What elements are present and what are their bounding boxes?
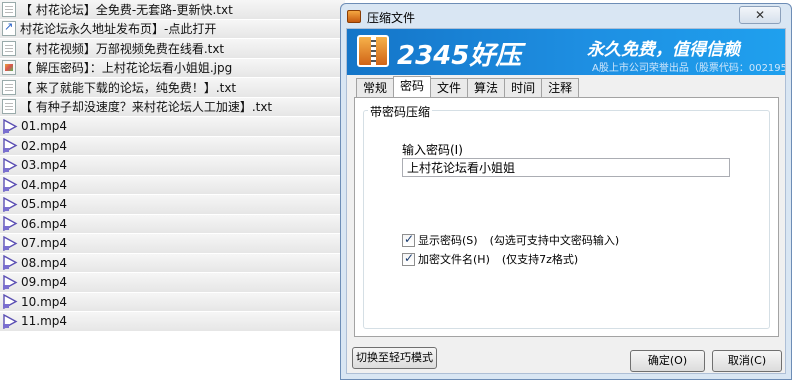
banner-slogan: 永久免费，值得信赖 [587, 40, 740, 60]
show-password-checkbox[interactable] [402, 232, 415, 247]
archive-app-icon [347, 10, 361, 23]
file-list-item[interactable]: 05.mp4 [0, 195, 345, 215]
cancel-button[interactable]: 取消(C) [712, 350, 782, 372]
dialog-titlebar[interactable]: 压缩文件 ✕ [341, 4, 791, 28]
text-file-icon [2, 99, 16, 115]
banner-brand: 2345好压 [397, 41, 522, 71]
video-file-icon [2, 177, 18, 193]
file-name: 【 村花论坛】全免费-无套路-更新快.txt [20, 2, 233, 17]
encrypt-names-checkbox[interactable] [402, 251, 415, 266]
password-input[interactable] [402, 158, 730, 177]
tab-files[interactable]: 文件 [430, 78, 469, 97]
file-list: 【 村花论坛】全免费-无套路-更新快.txt村花论坛永久地址发布页】-点此打开【… [0, 0, 345, 380]
group-title: 带密码压缩 [368, 103, 433, 120]
file-name: 10.mp4 [21, 294, 68, 309]
password-group: 带密码压缩 输入密码(I) 显示密码(S) (勾选可支持中文密码输入) 加密文件… [363, 103, 770, 329]
file-list-item[interactable]: 【 有种子却没速度？来村花论坛人工加速】.txt [0, 97, 345, 117]
ok-button[interactable]: 确定(O) [630, 350, 705, 372]
file-list-item[interactable]: 01.mp4 [0, 117, 345, 137]
file-name: 07.mp4 [21, 236, 68, 251]
video-file-icon [2, 274, 18, 290]
text-file-icon [2, 79, 16, 95]
file-name: 01.mp4 [21, 119, 68, 134]
video-file-icon [2, 294, 18, 310]
file-name: 05.mp4 [21, 197, 68, 212]
password-panel: 带密码压缩 输入密码(I) 显示密码(S) (勾选可支持中文密码输入) 加密文件… [354, 97, 779, 337]
video-file-icon [2, 157, 18, 173]
file-list-item[interactable]: 【 村花论坛】全免费-无套路-更新快.txt [0, 0, 345, 20]
text-file-icon [2, 40, 16, 56]
password-label: 输入密码(I) [402, 143, 463, 157]
file-name: 村花论坛永久地址发布页】-点此打开 [20, 22, 217, 37]
file-list-item[interactable]: 03.mp4 [0, 156, 345, 176]
file-list-item[interactable]: 06.mp4 [0, 214, 345, 234]
file-name: 【 村花视频】万部视频免费在线看.txt [20, 41, 225, 56]
tab-time[interactable]: 时间 [504, 78, 543, 97]
tab-comment[interactable]: 注释 [541, 78, 580, 97]
compress-dialog: 压缩文件 ✕ 2345好压 永久免费，值得信赖 A股上市公司荣誉出品（股票代码：… [340, 3, 792, 380]
video-file-icon [2, 313, 18, 329]
banner: 2345好压 永久免费，值得信赖 A股上市公司荣誉出品（股票代码：002195） [347, 29, 785, 75]
file-list-item[interactable]: 【 村花视频】万部视频免费在线看.txt [0, 39, 345, 59]
dialog-client: 2345好压 永久免费，值得信赖 A股上市公司荣誉出品（股票代码：002195）… [346, 28, 786, 374]
file-list-item[interactable]: 09.mp4 [0, 273, 345, 293]
file-list-item[interactable]: 【 来了就能下载的论坛，纯免费！】.txt [0, 78, 345, 98]
show-password-hint: (勾选可支持中文密码输入) [489, 234, 620, 247]
file-name: 【 解压密码】：上村花论坛看小姐姐.jpg [20, 61, 233, 76]
switch-mode-button[interactable]: 切换至轻巧模式 [352, 347, 437, 369]
file-name: 【 有种子却没速度？来村花论坛人工加速】.txt [20, 100, 273, 115]
encrypt-names-hint: (仅支持7z格式) [501, 253, 579, 266]
file-name: 02.mp4 [21, 138, 68, 153]
file-name: 06.mp4 [21, 216, 68, 231]
encrypt-names-label[interactable]: 加密文件名(H) [418, 251, 490, 267]
file-name: 03.mp4 [21, 158, 68, 173]
file-list-item[interactable]: 02.mp4 [0, 136, 345, 156]
tab-algorithm[interactable]: 算法 [467, 78, 506, 97]
file-name: 【 来了就能下载的论坛，纯免费！】.txt [20, 80, 237, 95]
text-file-icon [2, 1, 16, 17]
file-list-item[interactable]: 07.mp4 [0, 234, 345, 254]
video-file-icon [2, 235, 18, 251]
file-list-item[interactable]: 10.mp4 [0, 292, 345, 312]
file-name: 11.mp4 [21, 314, 68, 329]
file-list-item[interactable]: 【 解压密码】：上村花论坛看小姐姐.jpg [0, 58, 345, 78]
file-name: 08.mp4 [21, 255, 68, 270]
file-list-item[interactable]: 11.mp4 [0, 312, 345, 332]
video-file-icon [2, 216, 18, 232]
video-file-icon [2, 196, 18, 212]
show-password-row: 显示密码(S) (勾选可支持中文密码输入) [402, 232, 619, 248]
file-list-item[interactable]: 04.mp4 [0, 175, 345, 195]
show-password-label[interactable]: 显示密码(S) [418, 232, 478, 248]
video-file-icon [2, 118, 18, 134]
archive-logo-icon [357, 35, 389, 67]
banner-subline: A股上市公司荣誉出品（股票代码：002195） [592, 63, 785, 74]
file-list-item[interactable]: 08.mp4 [0, 253, 345, 273]
file-name: 09.mp4 [21, 275, 68, 290]
close-button[interactable]: ✕ [739, 6, 781, 24]
url-shortcut-icon [2, 20, 16, 37]
video-file-icon [2, 138, 18, 154]
tab-password[interactable]: 密码 [393, 76, 432, 97]
file-name: 04.mp4 [21, 177, 68, 192]
tab-general[interactable]: 常规 [356, 78, 395, 97]
tab-bar: 常规 密码 文件 算法 时间 注释 [356, 76, 580, 97]
encrypt-names-row: 加密文件名(H) (仅支持7z格式) [402, 251, 578, 267]
video-file-icon [2, 255, 18, 271]
image-file-icon [2, 60, 16, 76]
file-list-item[interactable]: 村花论坛永久地址发布页】-点此打开 [0, 19, 345, 39]
dialog-title: 压缩文件 [367, 11, 416, 25]
